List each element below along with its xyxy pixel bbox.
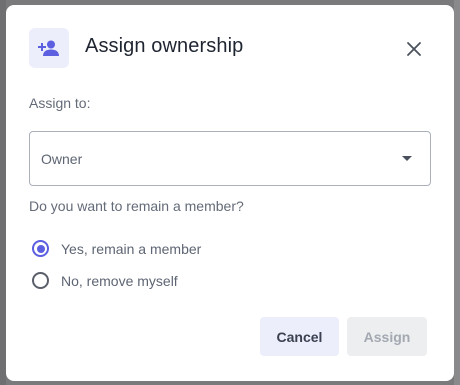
select-value: Owner	[41, 151, 83, 167]
owner-select[interactable]: Owner	[29, 131, 431, 186]
close-button[interactable]	[402, 37, 426, 61]
close-icon	[407, 42, 421, 56]
radio-button-unchecked[interactable]	[32, 272, 49, 289]
radio-remove-myself[interactable]: No, remove myself	[32, 272, 178, 289]
person-add-icon	[29, 28, 69, 68]
radio-label-remove: No, remove myself	[61, 272, 178, 289]
assign-to-label: Assign to:	[29, 95, 91, 111]
backdrop-right	[454, 0, 460, 385]
cancel-button[interactable]: Cancel	[260, 317, 339, 356]
radio-button-checked[interactable]	[32, 240, 49, 257]
assign-button[interactable]: Assign	[347, 317, 427, 356]
remain-member-question: Do you want to remain a member?	[29, 198, 244, 214]
radio-remain-member[interactable]: Yes, remain a member	[32, 240, 201, 257]
assign-ownership-dialog: Assign ownership Assign to: Owner Do you…	[6, 5, 454, 381]
radio-label-remain: Yes, remain a member	[61, 240, 202, 257]
dialog-title: Assign ownership	[85, 35, 244, 57]
caret-down-icon	[402, 156, 412, 161]
